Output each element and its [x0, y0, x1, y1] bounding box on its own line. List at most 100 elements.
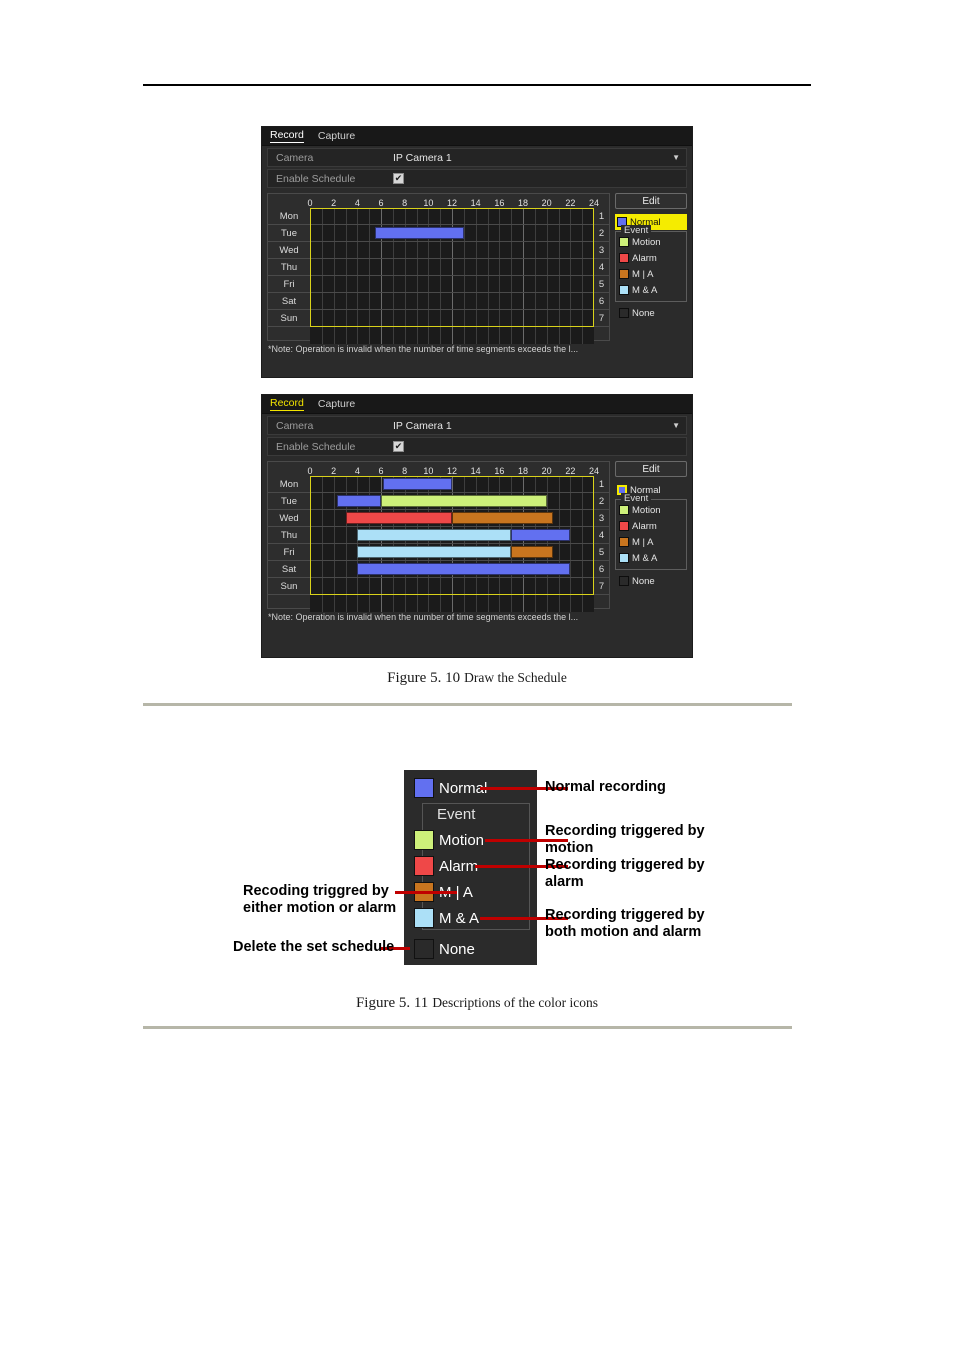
grid-line: [345, 476, 347, 492]
camera-label: Camera: [276, 151, 314, 164]
day-timeline[interactable]: [310, 578, 594, 595]
camera-select[interactable]: IP Camera 1 ▼: [393, 152, 686, 164]
day-timeline[interactable]: [310, 276, 594, 293]
grid-line: [440, 242, 442, 258]
schedule-day-row[interactable]: Sat 6: [268, 561, 609, 578]
legend-label: Alarm: [632, 520, 657, 532]
hour-tick-label: 24: [588, 198, 600, 208]
legend-item-motion[interactable]: Motion: [617, 502, 685, 518]
m-or-a-color-swatch: [619, 537, 629, 547]
callout-m-and-a: Recording triggered by both motion and a…: [545, 907, 705, 941]
legend-item-alarm[interactable]: Alarm: [617, 250, 685, 266]
schedule-segment[interactable]: [357, 563, 571, 575]
schedule-day-row[interactable]: Thu 4: [268, 527, 609, 544]
camera-select-value: IP Camera 1: [393, 419, 452, 432]
grid-line: [499, 225, 501, 241]
enable-schedule-checkbox[interactable]: ✔: [393, 441, 404, 452]
day-timeline[interactable]: [310, 476, 594, 493]
grid-line: [582, 293, 584, 309]
enable-schedule-row: Enable Schedule ✔: [267, 169, 687, 188]
schedule-segment[interactable]: [337, 495, 381, 507]
grid-line: [546, 327, 548, 344]
day-timeline[interactable]: [310, 544, 594, 561]
day-timeline[interactable]: [310, 510, 594, 527]
camera-select[interactable]: IP Camera 1 ▼: [393, 420, 686, 432]
legend-item-none[interactable]: None: [615, 305, 687, 321]
grid-line: [404, 310, 406, 326]
schedule-day-row[interactable]: Tue 2: [268, 225, 609, 242]
day-timeline[interactable]: [310, 293, 594, 310]
schedule-segment[interactable]: [357, 529, 512, 541]
schedule-day-row[interactable]: Tue 2: [268, 493, 609, 510]
schedule-day-row[interactable]: Sun 7: [268, 310, 609, 327]
grid-line: [440, 327, 442, 344]
schedule-segment[interactable]: [381, 495, 547, 507]
grid-line: [523, 310, 524, 326]
schedule-segment[interactable]: [452, 512, 553, 524]
event-group-label: Event: [434, 806, 479, 823]
grid-line: [369, 208, 371, 224]
schedule-segment[interactable]: [383, 478, 452, 490]
day-timeline[interactable]: [310, 242, 594, 259]
grid-line: [487, 225, 489, 241]
figure-1-text: Draw the Schedule: [464, 670, 567, 685]
day-timeline[interactable]: [310, 259, 594, 276]
grid-line: [440, 578, 442, 594]
legend-item-m-and-a[interactable]: M & A: [617, 550, 685, 566]
tab-record[interactable]: Record: [270, 129, 304, 143]
day-timeline[interactable]: [310, 310, 594, 327]
schedule-day-row[interactable]: Sun 7: [268, 578, 609, 595]
schedule-segment[interactable]: [375, 227, 464, 239]
schedule-segment[interactable]: [345, 512, 452, 524]
legend-item-none[interactable]: None: [615, 573, 687, 589]
schedule-day-row[interactable]: Fri 5: [268, 544, 609, 561]
schedule-segment[interactable]: [511, 546, 553, 558]
day-timeline[interactable]: [310, 527, 594, 544]
grid-line: [475, 242, 477, 258]
tab-capture[interactable]: Capture: [318, 398, 355, 411]
alarm-color-swatch: [619, 253, 629, 263]
grid-line: [381, 327, 382, 344]
schedule-day-row[interactable]: Mon 1: [268, 476, 609, 493]
tab-capture[interactable]: Capture: [318, 130, 355, 143]
enable-schedule-checkbox[interactable]: ✔: [393, 173, 404, 184]
grid-line: [463, 595, 465, 612]
grid-line: [570, 544, 572, 560]
day-timeline[interactable]: [310, 208, 594, 225]
hour-axis: 0 2 4 6 8 10 12 14 16 18 20 22 24: [268, 194, 609, 208]
legend-item-m-or-a[interactable]: M | A: [617, 534, 685, 550]
schedule-segment[interactable]: [511, 529, 571, 541]
grid-line: [404, 208, 406, 224]
day-label: Sun: [268, 578, 310, 595]
hour-tick-label: 20: [541, 198, 552, 208]
edit-button[interactable]: Edit: [615, 461, 687, 477]
schedule-day-row[interactable]: Sat 6: [268, 293, 609, 310]
grid-line: [534, 259, 536, 275]
legend-item-m-or-a[interactable]: M | A: [617, 266, 685, 282]
legend-item-motion[interactable]: Motion: [617, 234, 685, 250]
callout-m-and-a-line1: Recording triggered by: [545, 907, 705, 923]
grid-line: [487, 208, 489, 224]
legend-1: Edit Normal Event Motion Alarm M | AM & A None: [615, 193, 687, 341]
grid-line: [416, 293, 418, 309]
grid-line: [404, 327, 406, 344]
hour-tick-label: 22: [565, 466, 576, 476]
schedule-day-row[interactable]: Wed 3: [268, 242, 609, 259]
schedule-grid-1[interactable]: 0 2 4 6 8 10 12 14 16 18 20 22 24 Mon 1 Tue 2 Wed 3 Thu 4 Fri…: [267, 193, 610, 344]
schedule-day-row[interactable]: Mon 1: [268, 208, 609, 225]
edit-button[interactable]: Edit: [615, 193, 687, 209]
schedule-grid-2[interactable]: 0 2 4 6 8 10 12 14 16 18 20 22 24 Mon 1 Tue 2 Wed 3 Thu 4 Fri…: [267, 461, 610, 612]
grid-line: [523, 578, 524, 594]
schedule-day-row[interactable]: Fri 5: [268, 276, 609, 293]
schedule-day-row[interactable]: Thu 4: [268, 259, 609, 276]
grid-line: [558, 493, 560, 509]
legend-item-m-and-a[interactable]: M & A: [617, 282, 685, 298]
grid-line: [570, 293, 572, 309]
legend-item-alarm[interactable]: Alarm: [617, 518, 685, 534]
day-timeline[interactable]: [310, 561, 594, 578]
day-timeline[interactable]: [310, 225, 594, 242]
schedule-day-row[interactable]: Wed 3: [268, 510, 609, 527]
schedule-segment[interactable]: [357, 546, 512, 558]
tab-record[interactable]: Record: [270, 397, 304, 411]
day-timeline[interactable]: [310, 493, 594, 510]
